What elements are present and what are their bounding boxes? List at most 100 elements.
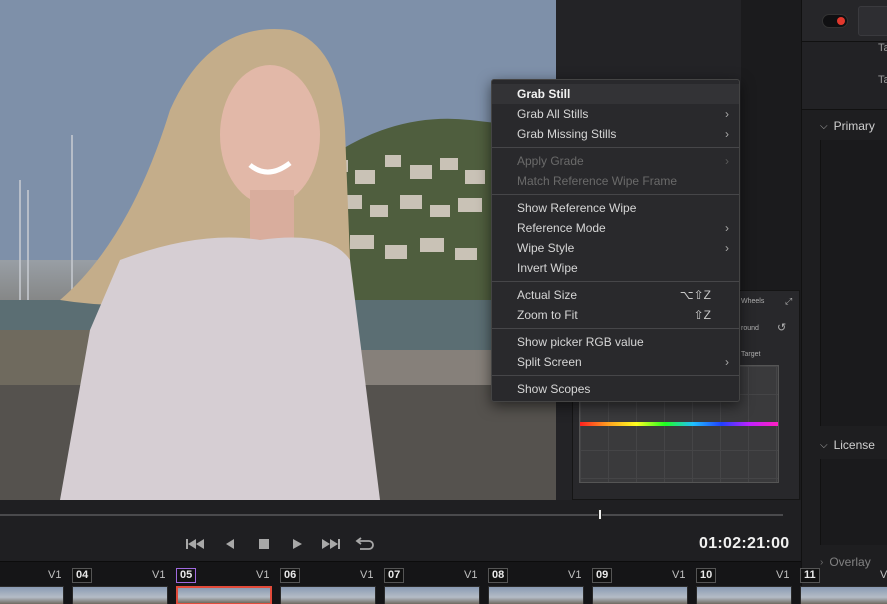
clip-number: 11	[800, 568, 820, 583]
timeline-clip[interactable]: 05 V1	[176, 566, 276, 604]
step-back-icon[interactable]	[218, 533, 242, 555]
timeline-clip[interactable]: 09 V1	[592, 566, 692, 604]
menu-item-zoom-to-fit[interactable]: Zoom to Fit ⇧Z	[492, 305, 739, 325]
menu-item-label: Wipe Style	[517, 241, 575, 255]
menu-item-grab-missing-stills[interactable]: Grab Missing Stills ›	[492, 124, 739, 144]
stop-icon[interactable]	[252, 533, 276, 555]
section-primary[interactable]: ⌵ Primary	[820, 114, 875, 138]
clip-track-label: V	[880, 569, 887, 581]
menu-separator	[492, 147, 739, 148]
clip-track-label: V1	[48, 569, 62, 581]
timeline-clip[interactable]: 08 V1	[488, 566, 588, 604]
license-section-body	[820, 459, 887, 545]
timeline-clip[interactable]: 10 V1	[696, 566, 796, 604]
menu-item-reference-mode[interactable]: Reference Mode ›	[492, 218, 739, 238]
chevron-down-icon: ⌵	[820, 120, 828, 132]
chevron-right-icon: ›	[725, 355, 729, 369]
right-panel-header	[802, 0, 887, 42]
timeline-clip[interactable]: 04 V1	[72, 566, 172, 604]
viewer-context-menu: Grab Still Grab All Stills › Grab Missing S…	[491, 79, 740, 402]
expand-icon[interactable]: ⤢	[785, 296, 792, 307]
loop-icon[interactable]	[352, 533, 376, 555]
right-panel-rows: Ta Ta	[802, 42, 887, 110]
chevron-down-icon: ⌵	[820, 439, 828, 451]
wheels-label: Wheels	[741, 298, 765, 305]
menu-item-label: Apply Grade	[517, 154, 584, 168]
clip-thumbnail-strip: V1 04 V1 05 V1 06 V1 07 V1 08 V1 09 V1 10 V1 11 V	[0, 561, 887, 604]
menu-item-grab-all-stills[interactable]: Grab All Stills ›	[492, 104, 739, 124]
timeline-clip[interactable]: V1	[0, 566, 68, 604]
chevron-right-icon: ›	[725, 241, 729, 255]
clip-thumbnail	[72, 586, 168, 604]
menu-item-match-reference-wipe-frame: Match Reference Wipe Frame	[492, 171, 739, 191]
menu-item-wipe-style[interactable]: Wipe Style ›	[492, 238, 739, 258]
chevron-right-icon: ›	[725, 127, 729, 141]
menu-separator	[492, 281, 739, 282]
clip-number: 06	[280, 568, 301, 583]
row-label-1: Ta	[878, 42, 887, 54]
skip-to-start-icon[interactable]	[183, 533, 207, 555]
viewer-image[interactable]	[0, 0, 556, 500]
menu-item-label: Show picker RGB value	[517, 335, 644, 349]
timeline-clip[interactable]: 07 V1	[384, 566, 484, 604]
scrub-track	[0, 514, 783, 516]
menu-item-label: Grab Still	[517, 87, 571, 101]
menu-item-show-scopes[interactable]: Show Scopes	[492, 379, 739, 399]
clip-thumbnail	[384, 586, 480, 604]
timecode-display: 01:02:21:00	[699, 535, 790, 552]
hue-rainbow-line	[580, 422, 778, 426]
menu-item-invert-wipe[interactable]: Invert Wipe	[492, 258, 739, 278]
chevron-right-icon: ›	[725, 221, 729, 235]
menu-item-label: Show Reference Wipe	[517, 201, 637, 215]
round-label: round	[741, 325, 759, 332]
clip-track-label: V1	[360, 569, 374, 581]
chevron-right-icon: ›	[725, 154, 729, 168]
timeline-clip[interactable]: 11 V	[800, 566, 887, 604]
scrub-bar[interactable]	[0, 500, 801, 528]
menu-item-label: Match Reference Wipe Frame	[517, 174, 678, 188]
menu-item-split-screen[interactable]: Split Screen ›	[492, 352, 739, 372]
clip-number: 09	[592, 568, 613, 583]
playhead-handle[interactable]	[598, 509, 602, 520]
menu-item-label: Grab All Stills	[517, 107, 589, 121]
clip-track-label: V1	[464, 569, 478, 581]
clip-thumbnail	[280, 586, 376, 604]
clip-thumbnail	[592, 586, 688, 604]
menu-item-label: Show Scopes	[517, 382, 591, 396]
clip-thumbnail	[488, 586, 584, 604]
toggle-dot-icon	[837, 17, 845, 25]
clip-track-label: V1	[568, 569, 582, 581]
clip-track-label: V1	[152, 569, 166, 581]
menu-separator	[492, 328, 739, 329]
section-license[interactable]: ⌵ License	[820, 433, 875, 457]
menu-item-label: Split Screen	[517, 355, 582, 369]
play-icon[interactable]	[285, 533, 309, 555]
clip-number: 05	[176, 568, 197, 583]
clip-thumbnail	[0, 586, 64, 604]
bypass-toggle[interactable]	[822, 14, 848, 28]
menu-item-grab-still[interactable]: Grab Still	[492, 84, 739, 104]
skip-to-end-icon[interactable]	[319, 533, 343, 555]
menu-item-label: Grab Missing Stills	[517, 127, 617, 141]
panel-button[interactable]	[858, 6, 887, 36]
clip-thumbnail	[800, 586, 887, 604]
section-primary-label: Primary	[833, 119, 875, 133]
reset-icon[interactable]: ↺	[777, 321, 786, 334]
menu-separator	[492, 375, 739, 376]
clip-track-label: V1	[776, 569, 790, 581]
menu-item-apply-grade: Apply Grade ›	[492, 151, 739, 171]
primary-section-body	[820, 140, 887, 426]
menu-item-show-picker-rgb-value[interactable]: Show picker RGB value	[492, 332, 739, 352]
menu-item-show-reference-wipe[interactable]: Show Reference Wipe	[492, 198, 739, 218]
section-license-label: License	[833, 438, 875, 452]
row-label-2: Ta	[878, 74, 887, 86]
clip-thumbnail	[696, 586, 792, 604]
clip-number: 08	[488, 568, 509, 583]
menu-item-label: Invert Wipe	[517, 261, 578, 275]
menu-item-actual-size[interactable]: Actual Size ⌥⇧Z	[492, 285, 739, 305]
timeline-clip[interactable]: 06 V1	[280, 566, 380, 604]
clip-track-label: V1	[672, 569, 686, 581]
viewer-frame-graphic	[0, 0, 556, 500]
clip-track-label: V1	[256, 569, 270, 581]
menu-shortcut: ⌥⇧Z	[679, 288, 711, 302]
